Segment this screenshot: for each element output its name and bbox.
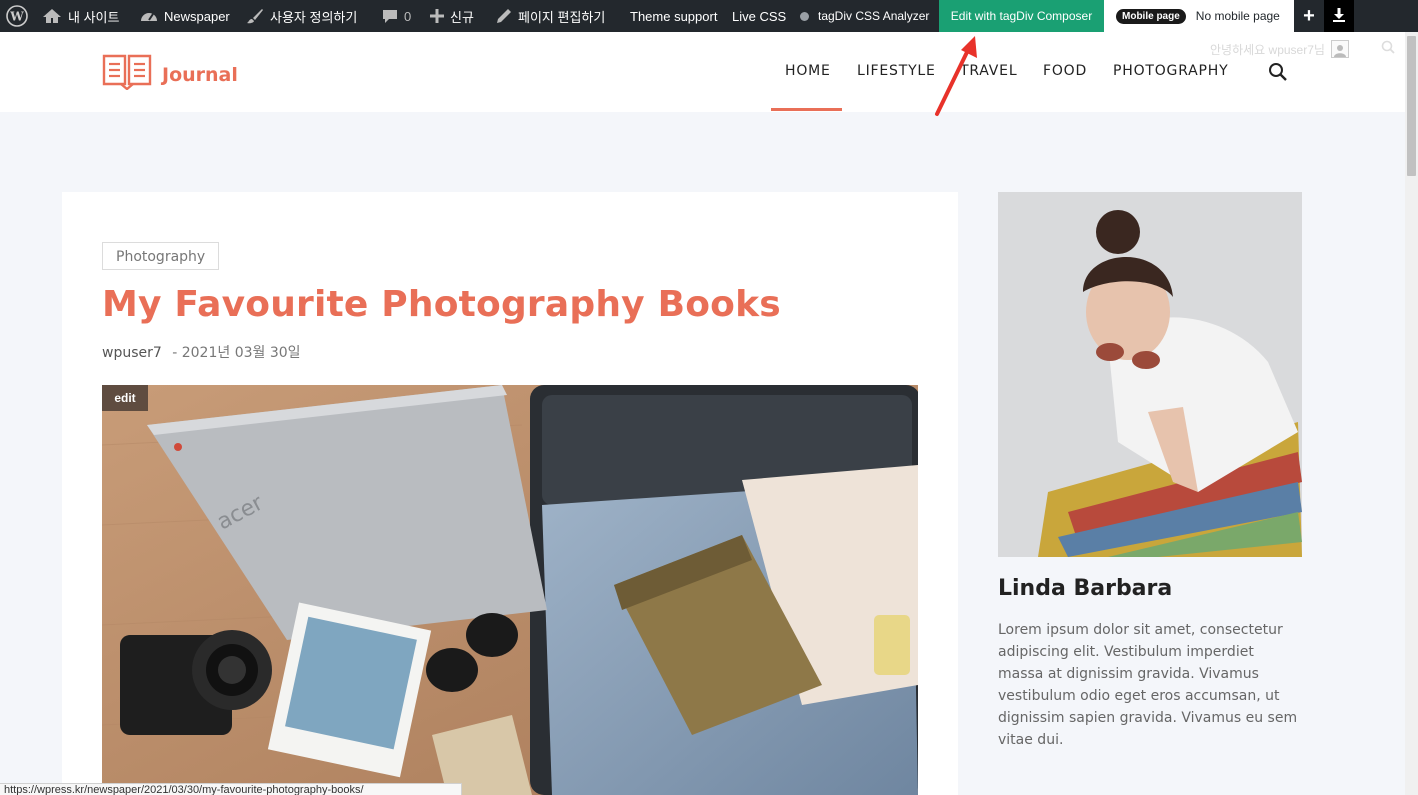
avatar: [1330, 40, 1349, 58]
edit-image-button[interactable]: edit: [102, 385, 148, 411]
edit-page-menu[interactable]: 페이지 편집하기: [496, 0, 605, 32]
mobile-page-pill: Mobile page: [1116, 8, 1186, 24]
svg-text:W: W: [9, 10, 24, 24]
nav-item-lifestyle[interactable]: LIFESTYLE: [857, 63, 936, 79]
add-icon: +: [1303, 4, 1315, 27]
author-photo: [998, 192, 1302, 557]
site-logo[interactable]: Journal: [102, 54, 238, 95]
book-logo-icon: [102, 54, 152, 95]
nav-item-home[interactable]: HOME: [785, 63, 831, 79]
post-title: My Favourite Photography Books: [102, 284, 781, 325]
wordpress-icon: W: [6, 5, 28, 27]
admin-search-icon[interactable]: [1381, 40, 1395, 59]
logo-text: Journal: [162, 63, 238, 86]
comment-icon: [382, 8, 398, 24]
nav-item-photography[interactable]: PHOTOGRAPHY: [1113, 63, 1228, 79]
new-content-menu[interactable]: 신규: [430, 0, 474, 32]
pencil-icon: [496, 8, 512, 24]
active-nav-indicator: [771, 108, 842, 111]
brush-icon: [246, 8, 264, 24]
author-name: Linda Barbara: [998, 576, 1173, 601]
greeting-text: 안녕하세요 wpuser7님: [1210, 42, 1325, 57]
author-bio: Lorem ipsum dolor sit amet, consectetur …: [998, 622, 1298, 748]
comments-menu[interactable]: 0: [382, 0, 411, 32]
download-icon: [1332, 7, 1346, 25]
user-greeting[interactable]: 안녕하세요 wpuser7님: [1210, 40, 1349, 58]
theme-support-link[interactable]: Theme support: [630, 0, 717, 32]
new-label: 신규: [450, 9, 474, 25]
css-analyzer-label: tagDiv CSS Analyzer: [818, 9, 930, 23]
mobile-page-selector[interactable]: Mobile page No mobile page: [1104, 0, 1294, 32]
download-button[interactable]: [1324, 0, 1354, 32]
live-css-link[interactable]: Live CSS: [732, 0, 786, 32]
post-date: - 2021년 03월 30일: [172, 345, 301, 361]
newspaper-label: Newspaper: [164, 8, 230, 24]
scrollbar-thumb[interactable]: [1407, 36, 1416, 176]
site-header: Journal 안녕하세요 wpuser7님 HOME LIFESTYLE TR…: [0, 32, 1405, 112]
home-icon: [42, 8, 62, 24]
dashboard-icon: [140, 8, 158, 24]
add-mobile-page-button[interactable]: +: [1294, 0, 1324, 32]
plus-icon: [430, 9, 444, 23]
my-site-menu[interactable]: 내 사이트: [42, 0, 119, 32]
customize-label: 사용자 정의하기: [270, 9, 358, 25]
browser-status-url: https://wpress.kr/newspaper/2021/03/30/m…: [0, 783, 462, 795]
my-site-label: 내 사이트: [68, 9, 120, 25]
comments-count: 0: [404, 8, 412, 24]
post-meta: wpuser7 - 2021년 03월 30일: [102, 342, 301, 362]
composer-label: Edit with tagDiv Composer: [950, 9, 1093, 23]
no-mobile-label: No mobile page: [1195, 9, 1280, 23]
post-author[interactable]: wpuser7: [102, 345, 162, 361]
theme-support-label: Theme support: [630, 8, 718, 24]
featured-image: acer: [102, 385, 918, 795]
category-tag[interactable]: Photography: [102, 242, 220, 270]
customize-menu[interactable]: 사용자 정의하기: [246, 0, 357, 32]
admin-bar: W 내 사이트 Newspaper 사용자 정의하기 0 신규 페이지 편집하기…: [0, 0, 1418, 32]
wordpress-logo-button[interactable]: W: [6, 0, 34, 32]
nav-item-food[interactable]: FOOD: [1043, 63, 1087, 79]
newspaper-menu[interactable]: Newspaper: [140, 0, 230, 32]
annotation-arrow-icon: [925, 32, 985, 127]
css-analyzer-link[interactable]: tagDiv CSS Analyzer: [800, 0, 929, 32]
status-dot-icon: [800, 11, 809, 21]
live-css-label: Live CSS: [732, 8, 787, 24]
search-icon[interactable]: [1268, 62, 1288, 87]
edit-with-composer-button[interactable]: Edit with tagDiv Composer: [939, 0, 1104, 32]
edit-page-label: 페이지 편집하기: [518, 9, 606, 25]
